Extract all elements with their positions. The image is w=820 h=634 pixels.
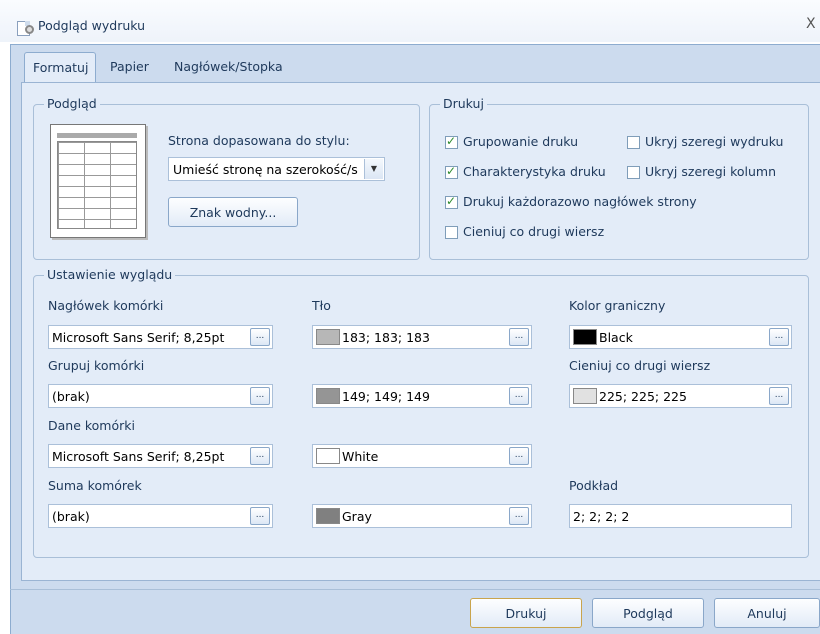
header-cell-label: Nagłówek komórki [48,298,164,313]
group-bg-color-value: 149; 149; 149 [342,389,430,404]
watermark-button[interactable]: Znak wodny... [168,197,298,227]
data-cells-label: Dane komórki [48,418,135,433]
print-characteristics-checkbox[interactable] [445,164,458,179]
header-cell-font-value: Microsoft Sans Serif; 8,25pt [52,330,225,345]
color-swatch [573,388,597,404]
data-bg-ellipsis-button[interactable]: ... [509,447,529,465]
shade-alt-color-value: 225; 225; 225 [599,389,687,404]
shade-alt-rows-checkbox[interactable] [445,226,458,239]
sum-bg-color-value: Gray [342,509,372,524]
border-color-ellipsis-button[interactable]: ... [769,328,789,346]
preview-button[interactable]: Podgląd [592,598,704,628]
hide-column-rows-checkbox[interactable] [627,166,640,179]
border-color-field[interactable]: Black ... [569,325,792,349]
color-swatch [316,448,340,464]
group-cells-font-field[interactable]: (brak) ... [48,384,273,408]
sum-bg-color-field[interactable]: Gray ... [312,504,532,528]
sum-cells-font-value: (brak) [52,509,90,524]
print-characteristics-label: Charakterystyka druku [463,164,606,179]
group-bg-color-field[interactable]: 149; 149; 149 ... [312,384,532,408]
fit-style-value: Umieść stronę na szerokość/s [173,162,358,177]
button-bar-divider [10,589,820,590]
appearance-group-title: Ustawienie wyglądu [44,267,176,282]
data-cells-font-value: Microsoft Sans Serif; 8,25pt [52,449,225,464]
header-bg-ellipsis-button[interactable]: ... [509,328,529,346]
header-bg-color-value: 183; 183; 183 [342,330,430,345]
sum-bg-ellipsis-button[interactable]: ... [509,507,529,525]
color-swatch [573,329,597,345]
preview-group-title: Podgląd [44,96,100,111]
print-group-title: Drukuj [440,96,487,111]
grouping-print-label: Grupowanie druku [463,134,579,149]
print-button[interactable]: Drukuj [470,598,582,628]
group-bg-ellipsis-button[interactable]: ... [509,387,529,405]
underlay-field[interactable]: 2; 2; 2; 2 [569,504,792,528]
shade-alt-label: Cieniuj co drugi wiersz [569,358,711,373]
tab-formatuj[interactable]: Formatuj [24,52,96,82]
fit-label: Strona dopasowana do stylu: [168,133,350,148]
title-bar: Podgląd wydruku X [0,0,820,42]
header-cell-font-ellipsis-button[interactable]: ... [250,328,270,346]
shade-alt-color-field[interactable]: 225; 225; 225 ... [569,384,792,408]
data-cells-font-field[interactable]: Microsoft Sans Serif; 8,25pt ... [48,444,273,468]
shade-alt-rows-label: Cieniuj co drugi wiersz [463,224,605,239]
data-bg-color-field[interactable]: White ... [312,444,532,468]
tab-papier[interactable]: Papier [102,52,157,82]
print-header-each-page-label: Drukuj każdorazowo nagłówek strony [463,194,697,209]
hide-print-rows-checkbox[interactable] [627,136,640,149]
header-cell-font-field[interactable]: Microsoft Sans Serif; 8,25pt ... [48,325,273,349]
close-icon[interactable]: X [806,16,816,32]
color-swatch [316,329,340,345]
hide-print-rows-label: Ukryj szeregi wydruku [645,134,784,149]
shade-alt-ellipsis-button[interactable]: ... [769,387,789,405]
sum-cells-font-field[interactable]: (brak) ... [48,504,273,528]
chevron-down-icon[interactable]: ▼ [364,159,383,179]
sum-cells-ellipsis-button[interactable]: ... [250,507,270,525]
header-bg-color-field[interactable]: 183; 183; 183 ... [312,325,532,349]
data-cells-ellipsis-button[interactable]: ... [250,447,270,465]
print-header-each-page-checkbox[interactable] [445,194,458,209]
group-cells-ellipsis-button[interactable]: ... [250,387,270,405]
fit-style-combobox[interactable]: Umieść stronę na szerokość/s ▼ [168,157,385,181]
group-cells-font-value: (brak) [52,389,90,404]
tab-naglowek-stopka[interactable]: Nagłówek/Stopka [166,52,291,82]
background-label: Tło [312,298,331,313]
hide-column-rows-label: Ukryj szeregi kolumn [645,164,777,179]
color-swatch [316,388,340,404]
window-title: Podgląd wydruku [38,18,146,33]
border-color-label: Kolor graniczny [569,298,666,313]
sum-cells-label: Suma komórek [48,478,142,493]
color-swatch [316,508,340,524]
underlay-label: Podkład [569,478,619,493]
data-bg-color-value: White [342,449,379,464]
border-color-value: Black [599,330,633,345]
underlay-value: 2; 2; 2; 2 [573,509,630,524]
cancel-button[interactable]: Anuluj [714,598,820,628]
group-cells-label: Grupuj komórki [48,358,145,373]
gear-icon [25,25,34,34]
page-preview-image [50,124,146,238]
grouping-print-checkbox[interactable] [445,134,458,149]
